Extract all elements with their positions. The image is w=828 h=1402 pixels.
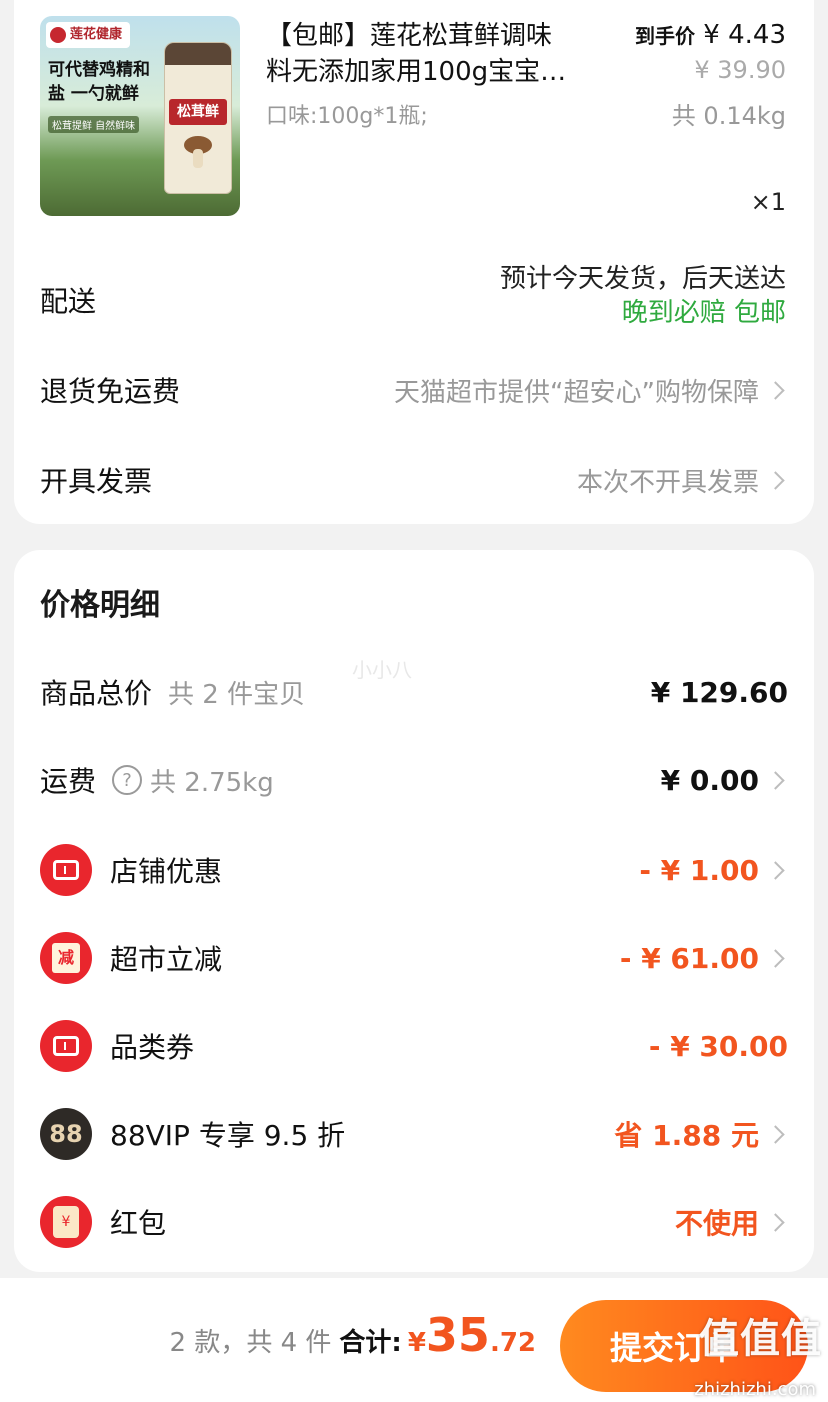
goods-total-label: 商品总价: [40, 677, 153, 710]
delivery-label: 配送: [40, 285, 97, 318]
total-amount-integer: 35: [425, 1308, 490, 1362]
supermarket-discount-label: 超市立减: [110, 943, 223, 976]
category-coupon-value: - ¥ 30.00: [648, 1029, 788, 1063]
red-packet-value: 不使用: [674, 1207, 759, 1240]
vip-row[interactable]: 88 88VIP 专享 9.5 折 省 1.88 元: [40, 1108, 788, 1160]
shipping-label: 运费: [40, 765, 97, 798]
brand-logo: 莲花健康: [46, 22, 131, 48]
final-price-value: ¥ 4.43: [703, 20, 786, 50]
supermarket-discount-value-wrap: - ¥ 61.00: [620, 942, 788, 975]
return-shipping-label: 退货免运费: [40, 375, 181, 408]
product-jar: 松茸鲜: [164, 42, 232, 194]
return-shipping-text: 天猫超市提供“超安心”购物保障: [394, 377, 759, 408]
invoice-value: 本次不开具发票: [577, 462, 788, 499]
shipping-note: 共 2.75kg: [150, 767, 274, 798]
product-weight: 共 0.14kg: [671, 102, 786, 130]
red-packet-label: 红包: [110, 1207, 167, 1240]
return-shipping-value: 天猫超市提供“超安心”购物保障: [394, 372, 788, 409]
invoice-text: 本次不开具发票: [576, 467, 759, 498]
image-subtext: 松茸提鲜 自然鲜味: [48, 116, 140, 133]
lotus-icon: [50, 27, 66, 43]
shipping-value: ¥ 0.00: [660, 763, 759, 797]
store-discount-value-wrap: - ¥ 1.00: [639, 854, 788, 887]
delivery-estimate: 预计今天发货，后天送达: [499, 264, 786, 294]
shipping-row[interactable]: 运费 ? 共 2.75kg ¥ 0.00: [40, 760, 788, 800]
goods-total-value: ¥ 129.60: [650, 675, 788, 709]
chevron-right-icon: [766, 470, 785, 490]
product-image[interactable]: 莲花健康 可代替鸡精和盐 一勺就鲜 松茸提鲜 自然鲜味 松茸鲜: [40, 16, 240, 216]
vip-88-icon: 88: [40, 1108, 92, 1160]
goods-total-value-wrap: ¥ 129.60: [651, 676, 788, 709]
order-summary: 2 款，共 4 件 合计: ¥ 35 .72: [170, 1308, 536, 1362]
invoice-label: 开具发票: [40, 465, 153, 498]
vip-label: 88VIP 专享 9.5 折: [110, 1119, 346, 1152]
supermarket-discount-value: - ¥ 61.00: [619, 941, 759, 975]
item-count: 2 款，共 4 件: [169, 1328, 332, 1358]
product-title[interactable]: 【包邮】莲花松茸鲜调味 料无添加家用100g宝宝…: [266, 18, 622, 90]
price-detail-title: 价格明细: [40, 588, 160, 623]
site-watermark-logo: 值值值: [699, 1316, 822, 1362]
mushroom-icon: [184, 136, 212, 168]
product-spec[interactable]: 口味:100g*1瓶;: [266, 98, 428, 130]
category-coupon-row[interactable]: 品类券 - ¥ 30.00: [40, 1020, 788, 1072]
total-currency: ¥: [407, 1328, 426, 1358]
order-card: 莲花健康 可代替鸡精和盐 一勺就鲜 松茸提鲜 自然鲜味 松茸鲜 【包邮】莲花松茸…: [14, 0, 814, 524]
store-discount-value: - ¥ 1.00: [639, 853, 759, 887]
chevron-right-icon: [766, 770, 785, 790]
checkout-bar: 2 款，共 4 件 合计: ¥ 35 .72 提交订单 值值值 zhizhizh…: [0, 1278, 828, 1402]
return-shipping-row[interactable]: 退货免运费 天猫超市提供“超安心”购物保障: [40, 370, 788, 410]
red-packet-icon-text: ¥: [53, 1206, 79, 1238]
chevron-right-icon: [766, 380, 785, 400]
product-title-line1: 【包邮】莲花松茸鲜调味: [266, 21, 553, 51]
invoice-row[interactable]: 开具发票 本次不开具发票: [40, 460, 788, 500]
chevron-right-icon: [766, 948, 785, 968]
red-packet-row[interactable]: ¥ 红包 不使用: [40, 1196, 788, 1248]
store-discount-row[interactable]: 店铺优惠 - ¥ 1.00: [40, 844, 788, 896]
store-discount-label: 店铺优惠: [110, 855, 223, 888]
jar-label: 松茸鲜: [169, 99, 227, 125]
site-watermark-url: zhizhizhi.com: [694, 1379, 816, 1400]
chevron-right-icon: [766, 860, 785, 880]
final-price-label: 到手价: [635, 24, 696, 48]
brand-text: 莲花健康: [70, 27, 123, 42]
question-icon[interactable]: ?: [112, 765, 143, 795]
final-price: 到手价 ¥ 4.43: [635, 20, 786, 50]
vip-value-wrap: 省 1.88 元: [614, 1114, 788, 1154]
chevron-right-icon: [766, 1212, 785, 1232]
original-price: ¥ 39.90: [694, 56, 786, 84]
image-slogan: 可代替鸡精和盐 一勺就鲜: [48, 60, 150, 104]
coupon-icon: [40, 1020, 92, 1072]
price-detail-card: 价格明细 小小八 商品总价 共 2 件宝贝 ¥ 129.60 运费 ? 共 2.…: [14, 550, 814, 1272]
goods-total-row: 商品总价 共 2 件宝贝 ¥ 129.60: [40, 672, 788, 712]
shipping-value-wrap: ¥ 0.00: [661, 764, 788, 797]
reduction-icon-text: 减: [52, 943, 80, 973]
red-packet-icon: ¥: [40, 1196, 92, 1248]
chevron-right-icon: [766, 1124, 785, 1144]
red-packet-value-wrap: 不使用: [675, 1202, 788, 1242]
delivery-info: 预计今天发货，后天送达 晚到必赔 包邮: [500, 262, 786, 330]
total-amount-decimal: .72: [489, 1328, 536, 1358]
product-title-line2: 料无添加家用100g宝宝…: [266, 57, 567, 87]
goods-total-note: 共 2 件宝贝: [168, 679, 306, 710]
delivery-guarantee: 晚到必赔 包邮: [621, 298, 786, 328]
reduction-icon: 减: [40, 932, 92, 984]
vip-value: 省 1.88 元: [614, 1119, 759, 1152]
total-label: 合计:: [339, 1328, 402, 1358]
supermarket-discount-row[interactable]: 减 超市立减 - ¥ 61.00: [40, 932, 788, 984]
category-coupon-label: 品类券: [110, 1031, 195, 1064]
coupon-icon: [40, 844, 92, 896]
category-coupon-value-wrap: - ¥ 30.00: [649, 1030, 788, 1063]
product-quantity[interactable]: ×1: [751, 188, 786, 216]
